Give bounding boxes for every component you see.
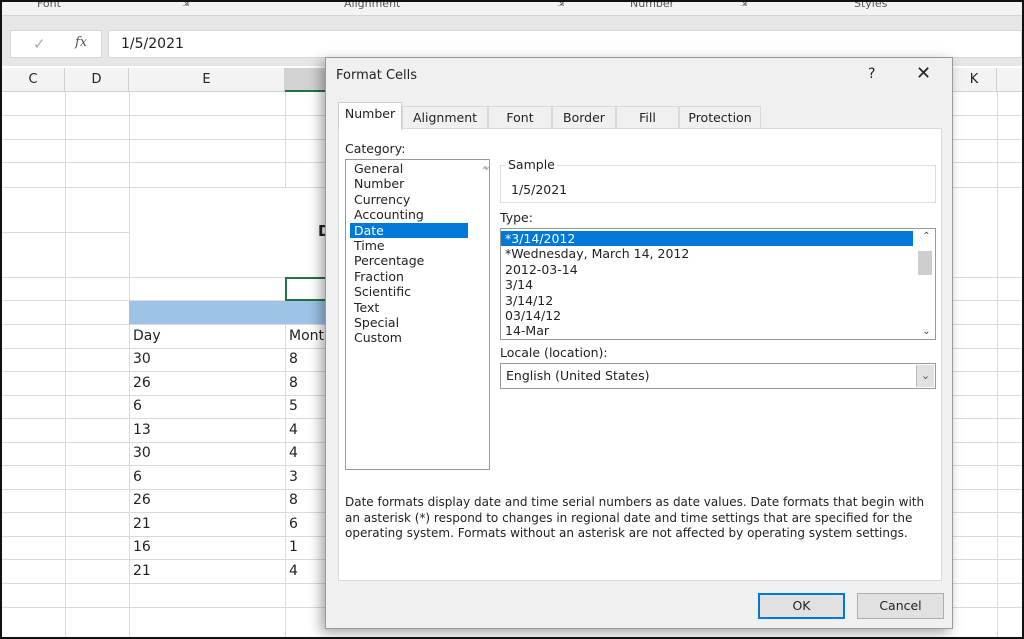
category-item[interactable]: General <box>350 161 489 176</box>
cell-day[interactable]: 26 <box>129 375 151 391</box>
cell-day[interactable]: 13 <box>129 422 151 438</box>
column-header-e[interactable]: E <box>129 68 285 92</box>
dialog-title: Format Cells <box>336 68 418 83</box>
tab-number[interactable]: Number <box>338 102 402 130</box>
header-month: Mont <box>289 328 325 344</box>
type-item[interactable]: 3/14 <box>501 277 913 292</box>
cancel-button[interactable]: Cancel <box>857 593 944 619</box>
font-dialog-launcher-icon[interactable]: ⇲ <box>182 2 190 9</box>
scroll-thumb[interactable] <box>918 251 932 275</box>
type-scrollbar[interactable]: ⌃ ⌄ <box>918 229 935 339</box>
ribbon-group-font: Font <box>37 0 61 10</box>
ribbon-group-labels: Font ⇲ Alignment ⇲ Number ⇲ Styles <box>2 2 1022 16</box>
scroll-down-icon[interactable]: ⌄ <box>918 326 935 337</box>
header-band <box>129 301 329 324</box>
type-label: Type: <box>500 210 533 225</box>
category-item[interactable]: Text <box>350 300 489 315</box>
type-item[interactable]: 3/14/12 <box>501 293 913 308</box>
cell-day[interactable]: 30 <box>129 351 151 367</box>
cell-month[interactable]: 1 <box>285 539 298 555</box>
scroll-down-icon[interactable]: ⌄ <box>476 158 493 173</box>
help-button[interactable]: ? <box>868 66 875 82</box>
cell-day[interactable]: 16 <box>129 539 151 555</box>
cell-month[interactable]: 8 <box>285 375 298 391</box>
category-item[interactable]: Date <box>350 222 468 238</box>
cell-day[interactable]: 21 <box>129 516 151 532</box>
alignment-dialog-launcher-icon[interactable]: ⇲ <box>557 2 565 9</box>
insert-function-icon[interactable]: fx <box>75 35 87 50</box>
type-list[interactable]: *3/14/2012 *Wednesday, March 14, 2012 2012… <box>500 228 936 340</box>
scroll-up-icon[interactable]: ⌃ <box>918 231 935 242</box>
type-item[interactable]: *3/14/2012 <box>501 231 913 247</box>
header-day: Day <box>133 328 161 344</box>
type-item[interactable]: 2012-03-14 <box>501 262 913 277</box>
number-dialog-launcher-icon[interactable]: ⇲ <box>740 2 748 9</box>
cell-day[interactable]: 6 <box>129 398 142 414</box>
cell-month[interactable]: 3 <box>285 469 298 485</box>
locale-label: Locale (location): <box>500 345 608 360</box>
check-icon[interactable]: ✓ <box>33 35 46 53</box>
locale-dropdown[interactable]: English (United States) ⌄ <box>500 363 936 389</box>
category-item[interactable]: Time <box>350 238 489 253</box>
tab-font[interactable]: Font <box>488 106 552 129</box>
cell-month[interactable]: 8 <box>285 492 298 508</box>
category-item[interactable]: Number <box>350 176 489 191</box>
category-item[interactable]: Special <box>350 315 489 330</box>
category-list[interactable]: General Number Currency Accounting Date Time P… <box>345 158 492 470</box>
cell-day[interactable]: 30 <box>129 445 151 461</box>
close-icon[interactable]: ✕ <box>916 63 931 84</box>
cell-day[interactable]: 6 <box>129 469 142 485</box>
tab-protection[interactable]: Protection <box>679 106 761 129</box>
ribbon-group-styles: Styles <box>854 0 888 10</box>
sample-group: Sample 1/5/2021 <box>500 157 936 203</box>
cell-day[interactable]: 21 <box>129 563 151 579</box>
excel-window: Font ⇲ Alignment ⇲ Number ⇲ Styles ✓ fx … <box>0 0 1024 639</box>
ok-button[interactable]: OK <box>758 593 845 619</box>
column-header-f[interactable] <box>285 68 327 92</box>
format-description: Date formats display date and time seria… <box>345 495 925 540</box>
cell-month[interactable]: 5 <box>285 398 298 414</box>
column-header-d[interactable]: D <box>65 68 129 92</box>
cell-month[interactable]: 8 <box>285 351 298 367</box>
category-item[interactable]: Custom <box>350 330 489 345</box>
sample-value: 1/5/2021 <box>511 182 568 197</box>
ribbon-group-number: Number <box>630 0 675 10</box>
category-item[interactable]: Currency <box>350 192 489 207</box>
cell-month[interactable]: 4 <box>285 563 298 579</box>
tab-fill[interactable]: Fill <box>616 106 679 129</box>
cell-month[interactable]: 6 <box>285 516 298 532</box>
tab-border[interactable]: Border <box>552 106 616 129</box>
category-item[interactable]: Scientific <box>350 284 489 299</box>
active-cell[interactable] <box>285 277 327 301</box>
number-tab-panel: Category: General Number Currency Accountin… <box>338 128 942 581</box>
cell-month[interactable]: 4 <box>285 445 298 461</box>
column-header-c[interactable]: C <box>2 68 65 92</box>
column-header-k[interactable]: K <box>952 68 997 92</box>
formula-buttons: ✓ fx <box>10 30 102 58</box>
category-item[interactable]: Fraction <box>350 269 489 284</box>
format-cells-dialog: Format Cells ? ✕ Number Alignment Font B… <box>325 57 953 629</box>
category-item[interactable]: Accounting <box>350 207 489 222</box>
ribbon-group-alignment: Alignment <box>344 0 401 10</box>
formula-input[interactable]: 1/5/2021 <box>108 30 1022 58</box>
locale-value: English (United States) <box>506 368 650 383</box>
type-item[interactable]: 14-Mar <box>501 323 913 338</box>
cell-day[interactable]: 26 <box>129 492 151 508</box>
tab-alignment[interactable]: Alignment <box>402 106 488 129</box>
category-label: Category: <box>345 141 406 156</box>
sample-label: Sample <box>506 157 557 172</box>
type-item[interactable]: *Wednesday, March 14, 2012 <box>501 246 913 261</box>
cell-month[interactable]: 4 <box>285 422 298 438</box>
chevron-down-icon[interactable]: ⌄ <box>916 365 934 387</box>
category-item[interactable]: Percentage <box>350 253 489 268</box>
category-scrollbar[interactable]: ⌃ ⌄ <box>472 158 492 178</box>
type-item[interactable]: 03/14/12 <box>501 308 913 323</box>
